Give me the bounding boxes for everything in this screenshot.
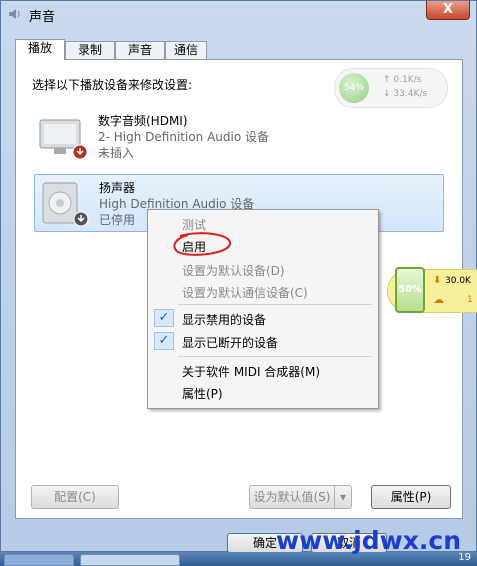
red-circle-annotation — [173, 232, 231, 256]
menu-separator — [178, 304, 372, 305]
network-gadget: 50% ⬇ 30.0K ☁ 1 — [387, 263, 477, 319]
checkmark-icon: ✓ — [154, 309, 174, 327]
speaker-icon — [42, 182, 89, 227]
menu-item-set-default[interactable]: 设置为默认设备(D) — [182, 262, 285, 279]
upload-speed: ↑ 0.1K/s — [383, 75, 422, 85]
site-watermark: www.jdwx.cn — [276, 526, 461, 555]
speaker-icon — [9, 9, 20, 19]
device-description: 2- High Definition Audio 设备 — [98, 130, 270, 144]
device-name: 扬声器 — [99, 181, 136, 195]
taskbar-item[interactable] — [4, 554, 74, 566]
menu-item-show-disconnected[interactable]: 显示已断开的设备 — [182, 334, 278, 351]
menu-item-properties[interactable]: 属性(P) — [182, 385, 223, 402]
window-title: 声音 — [29, 10, 56, 25]
title-bar[interactable]: 声音 X — [1, 1, 476, 27]
chevron-down-icon[interactable]: ▾ — [334, 485, 352, 509]
taskbar-item[interactable] — [80, 554, 180, 566]
device-status: 已停用 — [99, 213, 136, 227]
sound-dialog: 声音 X 播放 录制 声音 通信 选择以下播放设备来修改设置: 54% ↑ 0.… — [0, 0, 477, 553]
monitor-icon — [39, 119, 88, 160]
configure-button[interactable]: 配置(C) — [31, 485, 119, 509]
network-monitor: 54% ↑ 0.1K/s ↓ 33.4K/s — [334, 68, 448, 108]
checkmark-icon: ✓ — [154, 332, 174, 350]
device-name: 数字音频(HDMI) — [98, 114, 188, 128]
tab-playback[interactable]: 播放 — [15, 39, 65, 60]
menu-item-about-midi[interactable]: 关于软件 MIDI 合成器(M) — [182, 363, 320, 380]
gadget-speed: 30.0K — [445, 276, 471, 286]
instruction-text: 选择以下播放设备来修改设置: — [32, 78, 193, 92]
tab-sounds[interactable]: 声音 — [115, 41, 165, 59]
context-menu: 测试 启用 设置为默认设备(D) 设置为默认通信设备(C) ✓ 显示禁用的设备 … — [147, 209, 379, 409]
menu-separator — [178, 356, 372, 357]
close-button[interactable]: X — [426, 1, 470, 20]
gadget-download-icon: ⬇ — [433, 275, 442, 286]
set-default-button[interactable]: 设为默认值(S) — [249, 485, 335, 509]
device-status: 未插入 — [98, 146, 135, 160]
menu-item-show-disabled[interactable]: 显示禁用的设备 — [182, 311, 266, 328]
cloud-icon: ☁ — [433, 293, 444, 306]
properties-button[interactable]: 属性(P) — [371, 485, 451, 509]
download-speed: ↓ 33.4K/s — [383, 89, 428, 99]
gadget-percent: 50% — [395, 267, 425, 313]
menu-item-set-default-comm[interactable]: 设置为默认通信设备(C) — [182, 284, 308, 301]
device-hdmi[interactable]: 数字音频(HDMI) 2- High Definition Audio 设备 未… — [34, 108, 444, 166]
tab-communications[interactable]: 通信 — [165, 41, 207, 59]
tab-recording[interactable]: 录制 — [65, 41, 115, 59]
gadget-count: 1 — [467, 295, 473, 305]
network-percent: 54% — [339, 73, 369, 103]
